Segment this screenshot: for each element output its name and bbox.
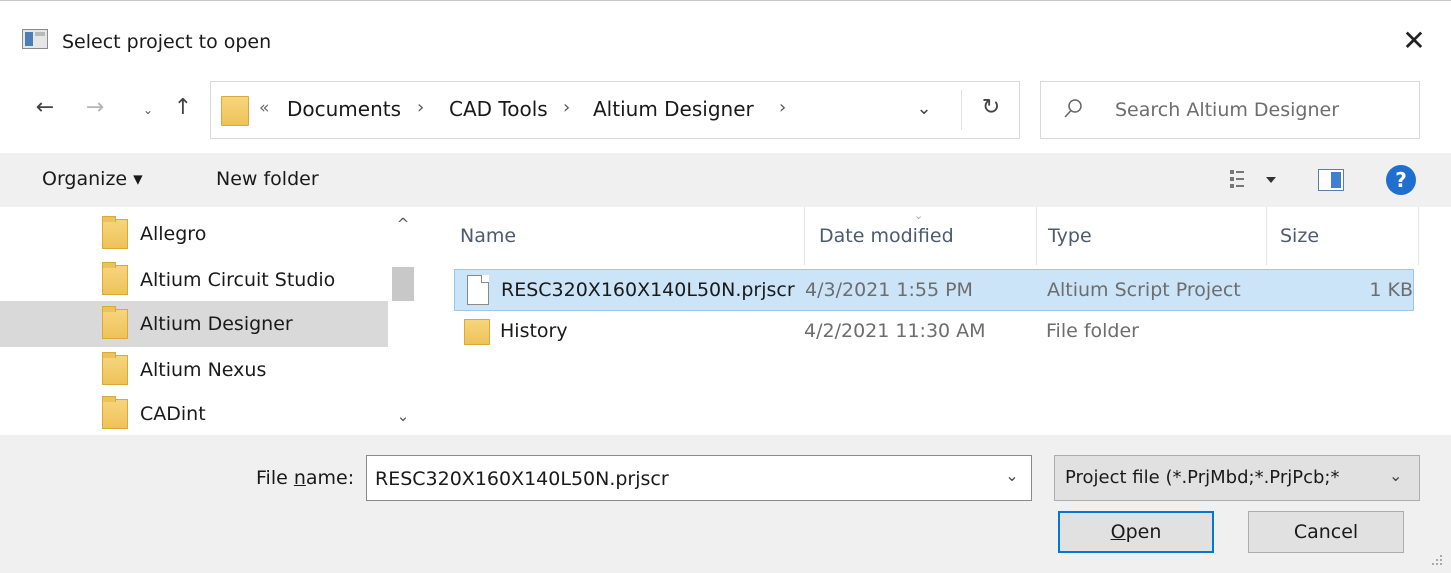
- file-icon: [467, 275, 489, 305]
- file-row[interactable]: History 4/2/2021 11:30 AM File folder: [454, 311, 1414, 353]
- file-name-panel: File name: ⌄ Project file (*.PrjMbd;*.Pr…: [0, 435, 1451, 573]
- sidebar-item-altium-circuit-studio[interactable]: Altium Circuit Studio: [0, 257, 388, 303]
- search-box[interactable]: [1040, 81, 1420, 139]
- chevron-down-icon: ⌄: [1389, 466, 1403, 485]
- file-name: RESC320X160X140L50N.prjscr: [501, 279, 795, 301]
- command-toolbar: Organize ▾ New folder ?: [0, 153, 1451, 207]
- breadcrumb-documents[interactable]: Documents: [287, 97, 401, 121]
- column-header-date-modified[interactable]: Date modified: [819, 207, 1039, 265]
- breadcrumb-separator-icon[interactable]: ›: [563, 97, 570, 118]
- refresh-icon[interactable]: ↻: [971, 95, 1011, 120]
- column-header-label: Type: [1048, 225, 1092, 247]
- sidebar-item-label: CADint: [140, 403, 206, 425]
- column-header-label: Date modified: [819, 225, 954, 247]
- file-name-input[interactable]: [375, 464, 975, 494]
- resize-grip-icon[interactable]: [1430, 553, 1444, 567]
- sidebar-scrollbar[interactable]: ^ ⌄: [388, 207, 418, 435]
- file-type-filter-select[interactable]: Project file (*.PrjMbd;*.PrjPcb;* ⌄: [1054, 455, 1420, 501]
- window-title: Select project to open: [62, 31, 272, 53]
- folder-icon: [464, 319, 490, 345]
- label-part: ame:: [305, 467, 355, 489]
- file-size: 1 KB: [1369, 279, 1413, 301]
- preview-pane-icon[interactable]: [1318, 169, 1344, 191]
- breadcrumb-separator-icon[interactable]: ›: [417, 97, 424, 118]
- sidebar-item-label: Allegro: [140, 223, 207, 245]
- search-input[interactable]: [1115, 94, 1405, 126]
- sidebar-item-allegro[interactable]: Allegro: [0, 211, 388, 257]
- folder-icon: [102, 352, 128, 385]
- file-name: History: [500, 320, 568, 342]
- close-button[interactable]: ✕: [1392, 21, 1436, 61]
- help-icon[interactable]: ?: [1386, 165, 1416, 195]
- access-key: O: [1110, 521, 1126, 543]
- new-folder-button[interactable]: New folder: [216, 168, 319, 190]
- sidebar-item-label: Altium Nexus: [140, 359, 267, 381]
- organize-menu-button[interactable]: Organize ▾: [42, 168, 143, 190]
- sidebar-item-label: Altium Circuit Studio: [140, 269, 336, 291]
- folder-icon: [102, 216, 128, 249]
- column-header-label: Size: [1280, 225, 1320, 247]
- file-name-label: File name:: [256, 467, 354, 489]
- file-type: File folder: [1046, 320, 1139, 342]
- file-list: ⌄ Name Date modified Type Size RESC320X1…: [428, 207, 1428, 435]
- column-header-label: Name: [460, 225, 517, 247]
- column-divider[interactable]: [804, 207, 805, 265]
- file-date-modified: 4/3/2021 1:55 PM: [805, 279, 973, 301]
- navigation-pane: Allegro Altium Circuit Studio Altium Des…: [0, 207, 420, 435]
- breadcrumb-overflow-icon[interactable]: «: [259, 98, 269, 118]
- column-header-size[interactable]: Size: [1280, 207, 1410, 265]
- folder-icon: [102, 306, 128, 339]
- folder-icon: [102, 262, 128, 295]
- divider: [961, 90, 962, 130]
- window-icon: [22, 29, 48, 49]
- chevron-down-icon[interactable]: ⌄: [997, 466, 1027, 485]
- file-name-combobox[interactable]: ⌄: [366, 455, 1032, 501]
- folder-icon: [221, 96, 249, 126]
- column-divider[interactable]: [1266, 207, 1267, 265]
- recent-locations-chevron-icon[interactable]: ⌄: [138, 103, 158, 117]
- search-icon: [1064, 99, 1082, 118]
- cancel-button[interactable]: Cancel: [1248, 511, 1404, 553]
- label-part: File: [256, 467, 294, 489]
- open-button[interactable]: Open: [1058, 511, 1214, 553]
- up-arrow-icon[interactable]: ↑: [168, 95, 198, 120]
- breadcrumb-cad-tools[interactable]: CAD Tools: [449, 97, 548, 121]
- open-file-dialog: Select project to open ✕ ← → ⌄ ↑ « Docum…: [0, 0, 1451, 573]
- column-divider[interactable]: [1418, 207, 1419, 265]
- address-bar[interactable]: « Documents › CAD Tools › Altium Designe…: [210, 81, 1020, 139]
- button-label: pen: [1125, 521, 1162, 543]
- title-bar: Select project to open ✕: [0, 1, 1451, 73]
- view-options-icon[interactable]: [1228, 167, 1282, 193]
- folder-icon: [102, 396, 128, 429]
- address-history-chevron-icon[interactable]: ⌄: [911, 98, 937, 119]
- breadcrumb-altium-designer[interactable]: Altium Designer: [593, 97, 754, 121]
- navigation-bar: ← → ⌄ ↑ « Documents › CAD Tools › Altium…: [0, 81, 1451, 139]
- back-arrow-icon[interactable]: ←: [30, 95, 60, 120]
- scrollbar-thumb[interactable]: [392, 267, 414, 301]
- sidebar-item-label: Altium Designer: [140, 313, 293, 335]
- sidebar-item-cadint[interactable]: CADint: [0, 391, 388, 437]
- column-header-name[interactable]: Name: [460, 207, 800, 265]
- file-row[interactable]: RESC320X160X140L50N.prjscr 4/3/2021 1:55…: [454, 269, 1414, 311]
- column-header-type[interactable]: Type: [1048, 207, 1268, 265]
- access-key: n: [293, 467, 306, 489]
- forward-arrow-icon[interactable]: →: [80, 95, 110, 120]
- scroll-up-icon[interactable]: ^: [388, 215, 418, 233]
- breadcrumb-separator-icon[interactable]: ›: [779, 97, 786, 118]
- file-type-filter-value: Project file (*.PrjMbd;*.PrjPcb;*: [1065, 467, 1340, 488]
- file-date-modified: 4/2/2021 11:30 AM: [804, 320, 986, 342]
- sidebar-item-altium-nexus[interactable]: Altium Nexus: [0, 347, 388, 393]
- scroll-down-icon[interactable]: ⌄: [388, 407, 418, 425]
- sidebar-item-altium-designer[interactable]: Altium Designer: [0, 301, 388, 347]
- file-type: Altium Script Project: [1047, 279, 1241, 301]
- column-divider[interactable]: [1036, 207, 1037, 265]
